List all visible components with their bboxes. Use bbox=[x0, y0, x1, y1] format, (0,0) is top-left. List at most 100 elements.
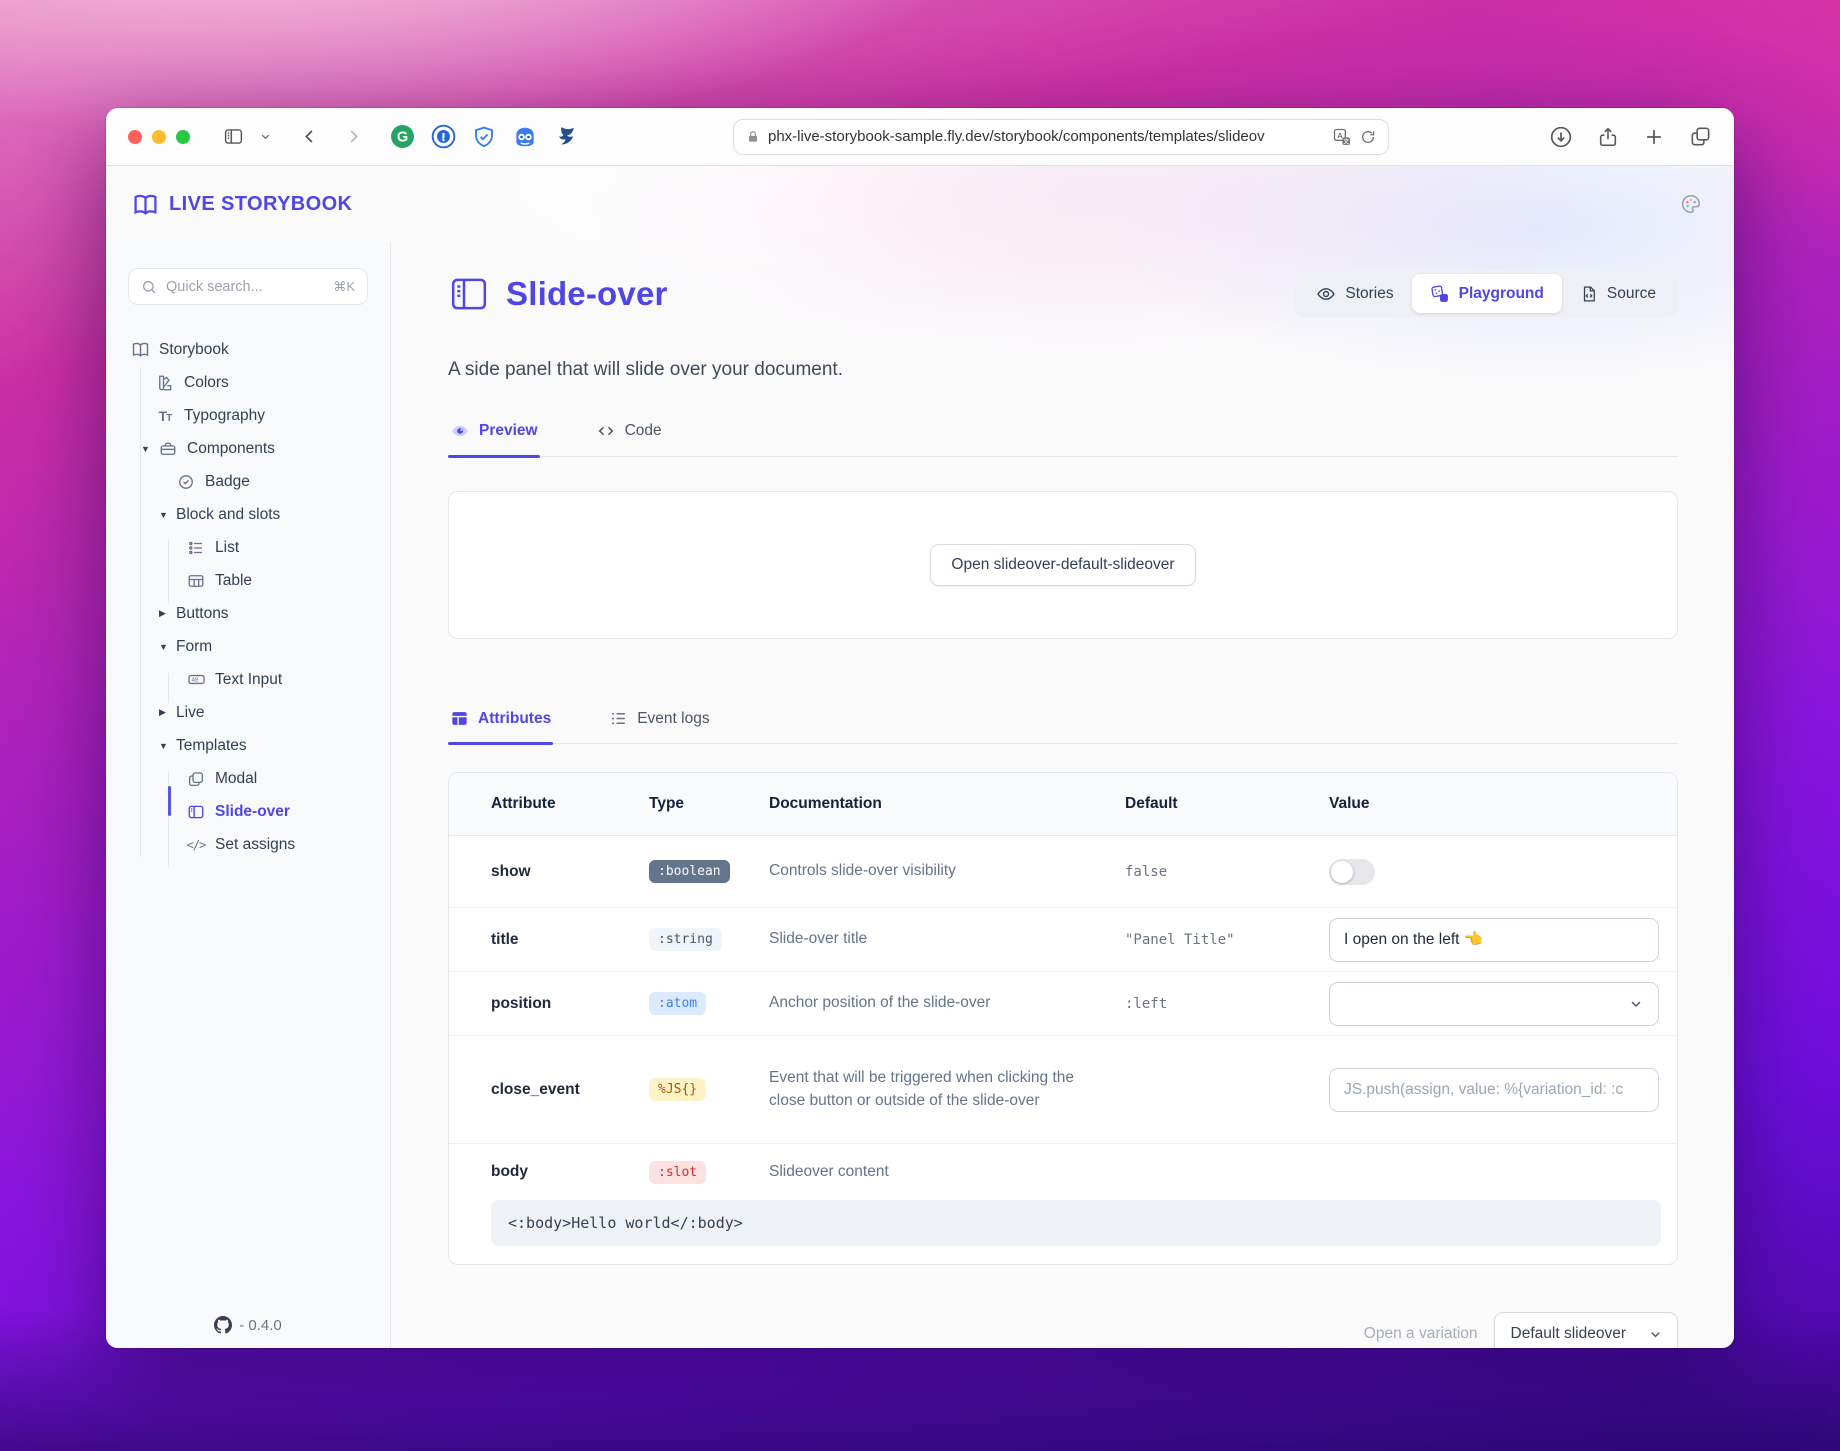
tab-preview[interactable]: Preview bbox=[448, 421, 540, 456]
sidebar-item-storybook[interactable]: Storybook bbox=[128, 333, 368, 366]
typography-icon: TT bbox=[155, 408, 175, 424]
variation-label: Open a variation bbox=[1364, 1325, 1478, 1343]
sidebar-item-set-assigns[interactable]: </> Set assigns bbox=[128, 828, 368, 861]
forward-button[interactable] bbox=[338, 122, 368, 152]
table-icon bbox=[186, 572, 206, 590]
type-badge: :atom bbox=[649, 992, 706, 1015]
column-header-documentation: Documentation bbox=[769, 795, 1125, 813]
tab-event-logs[interactable]: Event logs bbox=[607, 709, 711, 743]
code-icon bbox=[596, 421, 616, 441]
type-badge: :string bbox=[649, 928, 722, 951]
tab-stories[interactable]: Stories bbox=[1298, 274, 1411, 313]
attribute-default: false bbox=[1125, 864, 1329, 880]
slot-code-block: <:body>Hello world</:body> bbox=[491, 1200, 1661, 1246]
zoom-window-button[interactable] bbox=[176, 130, 190, 144]
svg-text:G: G bbox=[397, 130, 408, 146]
sidebar-item-block-and-slots[interactable]: ▼ Block and slots bbox=[128, 498, 368, 531]
table-header: Attribute Type Documentation Default Val… bbox=[449, 773, 1677, 836]
modal-icon bbox=[186, 770, 206, 788]
tab-attributes[interactable]: Attributes bbox=[448, 709, 553, 743]
tab-source[interactable]: Source bbox=[1562, 274, 1674, 313]
new-tab-icon[interactable] bbox=[1643, 126, 1665, 148]
attribute-doc: Controls slide-over visibility bbox=[769, 860, 1125, 882]
tab-overview-icon[interactable] bbox=[1689, 125, 1712, 148]
address-bar[interactable]: phx-live-storybook-sample.fly.dev/storyb… bbox=[733, 119, 1389, 155]
search-input[interactable]: Quick search... ⌘K bbox=[128, 268, 368, 305]
sidebar-item-table[interactable]: Table bbox=[128, 564, 368, 597]
chevron-down-icon bbox=[1628, 996, 1644, 1012]
sidebar: Quick search... ⌘K Storybook Co bbox=[106, 242, 391, 1348]
attribute-name: title bbox=[491, 931, 649, 949]
chevron-down-icon bbox=[1648, 1327, 1663, 1342]
downloads-icon[interactable] bbox=[1549, 125, 1573, 149]
theme-palette-button[interactable] bbox=[1674, 187, 1708, 221]
content-tabs: Preview Code bbox=[448, 421, 1678, 457]
sidebar-item-templates[interactable]: ▼ Templates bbox=[128, 729, 368, 762]
column-header-attribute: Attribute bbox=[491, 795, 649, 813]
onepassword-extension-icon[interactable] bbox=[431, 124, 456, 149]
app-header: LIVE STORYBOOK bbox=[106, 166, 1734, 242]
reload-icon[interactable] bbox=[1360, 129, 1376, 145]
sidebar-item-typography[interactable]: TT Typography bbox=[128, 399, 368, 432]
sidebar-chevron-icon[interactable] bbox=[250, 122, 280, 152]
book-icon bbox=[130, 340, 150, 359]
sidebar-item-text-input[interactable]: AB Text Input bbox=[128, 663, 368, 696]
position-value-select[interactable] bbox=[1329, 982, 1659, 1026]
caret-right-icon: ▶ bbox=[159, 608, 176, 619]
code-icon: </> bbox=[186, 838, 206, 852]
show-toggle[interactable] bbox=[1329, 859, 1375, 885]
tab-playground[interactable]: Playground bbox=[1412, 274, 1562, 313]
book-icon bbox=[132, 191, 159, 218]
open-slideover-button[interactable]: Open slideover-default-slideover bbox=[930, 544, 1195, 586]
app-logo-text: LIVE STORYBOOK bbox=[169, 193, 352, 216]
surfshark-extension-icon[interactable] bbox=[554, 124, 579, 149]
column-header-value: Value bbox=[1329, 795, 1661, 813]
github-icon[interactable] bbox=[214, 1316, 232, 1334]
title-value-input[interactable] bbox=[1329, 918, 1659, 962]
storybook-app: LIVE STORYBOOK Quick search... ⌘K bbox=[106, 166, 1734, 1348]
close-window-button[interactable] bbox=[128, 130, 142, 144]
attribute-default: :left bbox=[1125, 996, 1329, 1012]
close-event-value-input[interactable] bbox=[1329, 1068, 1659, 1112]
app-logo[interactable]: LIVE STORYBOOK bbox=[132, 191, 352, 218]
attribute-name: position bbox=[491, 995, 649, 1013]
sidebar-item-slide-over[interactable]: Slide-over bbox=[128, 795, 368, 828]
attribute-name: show bbox=[491, 863, 649, 881]
adguard-extension-icon[interactable] bbox=[472, 125, 496, 149]
lock-icon bbox=[746, 130, 760, 144]
variation-selected: Default slideover bbox=[1511, 1325, 1626, 1343]
page-title: Slide-over bbox=[506, 275, 668, 313]
translate-icon[interactable]: A文 bbox=[1332, 127, 1352, 147]
table-row-title: title :string Slide-over title "Panel Ti… bbox=[449, 908, 1677, 972]
back-button[interactable] bbox=[294, 122, 324, 152]
caret-down-icon: ▼ bbox=[159, 741, 176, 751]
variation-select[interactable]: Default slideover bbox=[1494, 1312, 1678, 1348]
attribute-doc: Event that will be triggered when clicki… bbox=[769, 1067, 1125, 1112]
sidebar-item-components[interactable]: ▼ Components bbox=[128, 432, 368, 465]
eye-icon bbox=[1316, 284, 1336, 304]
attribute-doc: Slide-over title bbox=[769, 928, 1125, 950]
share-icon[interactable] bbox=[1597, 126, 1619, 148]
attributes-table: Attribute Type Documentation Default Val… bbox=[448, 772, 1678, 1265]
view-switcher: Stories Playground Source bbox=[1294, 270, 1678, 317]
search-shortcut: ⌘K bbox=[333, 279, 355, 295]
tab-code[interactable]: Code bbox=[594, 421, 664, 456]
text-input-icon: AB bbox=[186, 670, 206, 689]
sidebar-item-form[interactable]: ▼ Form bbox=[128, 630, 368, 663]
sidebar-item-modal[interactable]: Modal bbox=[128, 762, 368, 795]
robot-extension-icon[interactable] bbox=[512, 124, 538, 150]
search-icon bbox=[141, 279, 157, 295]
url-text: phx-live-storybook-sample.fly.dev/storyb… bbox=[768, 128, 1324, 145]
sidebar-item-colors[interactable]: Colors bbox=[128, 366, 368, 399]
sidebar-item-list[interactable]: List bbox=[128, 531, 368, 564]
sidebar-item-live[interactable]: ▶ Live bbox=[128, 696, 368, 729]
playground-icon bbox=[1430, 284, 1450, 304]
minimize-window-button[interactable] bbox=[152, 130, 166, 144]
sidebar-item-buttons[interactable]: ▶ Buttons bbox=[128, 597, 368, 630]
column-header-type: Type bbox=[649, 795, 769, 813]
table-row-position: position :atom Anchor position of the sl… bbox=[449, 972, 1677, 1036]
sidebar-item-badge[interactable]: Badge bbox=[128, 465, 368, 498]
caret-right-icon: ▶ bbox=[159, 707, 176, 718]
sidebar-toggle-icon[interactable] bbox=[218, 122, 248, 152]
grammarly-extension-icon[interactable]: G bbox=[390, 124, 415, 149]
